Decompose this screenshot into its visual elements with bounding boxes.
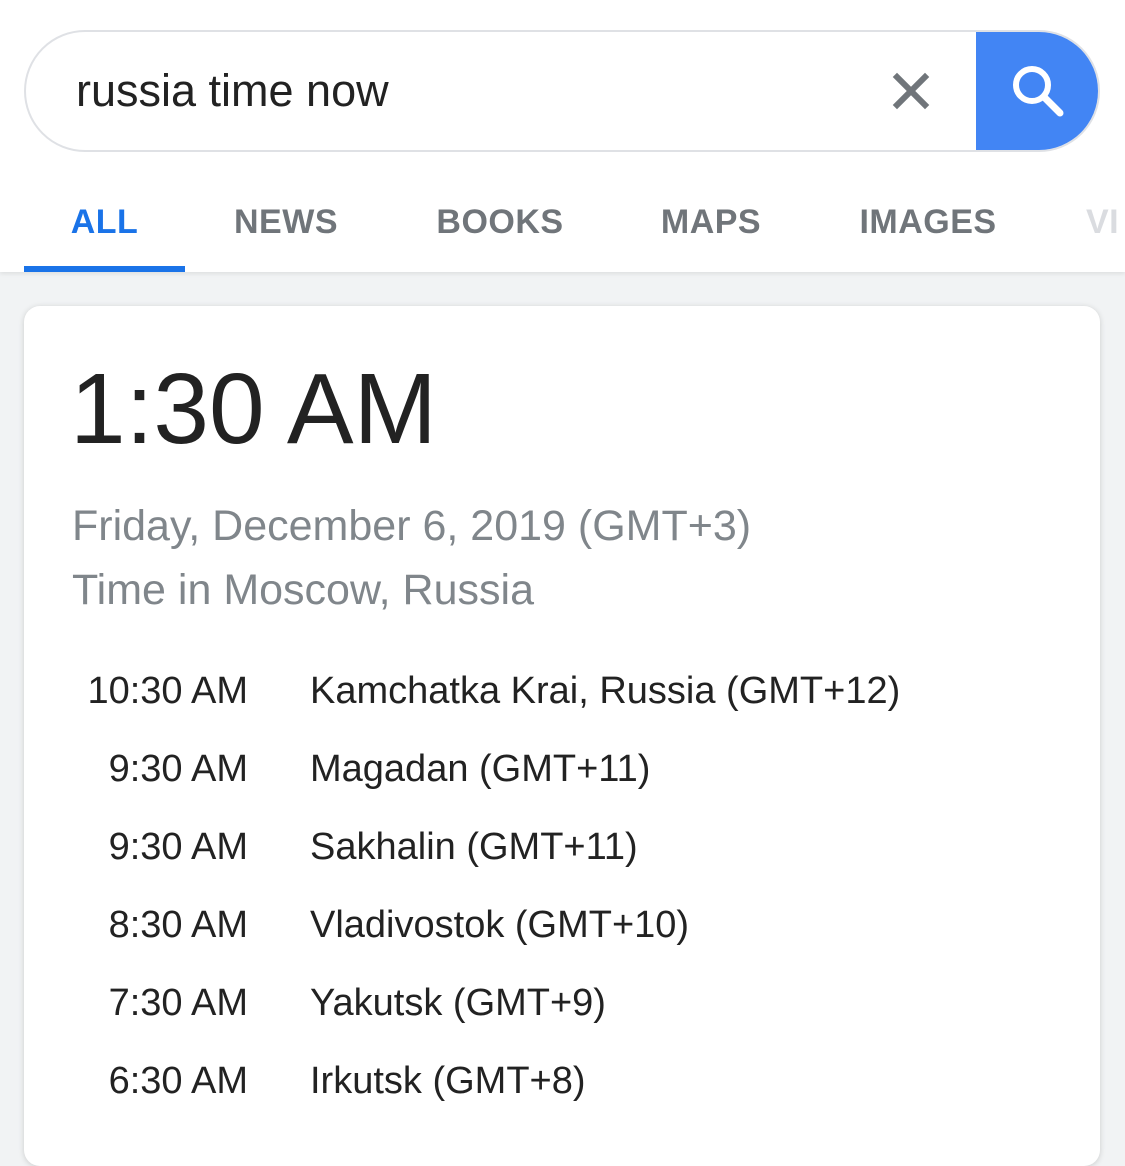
zone-time: 9:30 AM (108, 826, 248, 868)
clear-search-button[interactable] (881, 61, 941, 121)
zone-row: 9:30 AM Magadan (GMT+11) (24, 748, 1100, 808)
search-button[interactable] (976, 32, 1098, 150)
tab-news[interactable]: NEWS (210, 172, 362, 272)
zone-time: 10:30 AM (87, 670, 248, 712)
time-card: 1:30 AM Friday, December 6, 2019 (GMT+3)… (24, 306, 1100, 1166)
zone-row: 10:30 AM Kamchatka Krai, Russia (GMT+12) (24, 670, 1100, 730)
search-icon (1013, 66, 1064, 117)
zone-name: Irkutsk (GMT+8) (310, 1060, 586, 1102)
zone-name: Sakhalin (GMT+11) (310, 826, 638, 868)
zone-row: 9:30 AM Sakhalin (GMT+11) (24, 826, 1100, 886)
time-location: Time in Moscow, Russia (72, 566, 534, 614)
tab-images[interactable]: IMAGES (838, 172, 1018, 272)
zone-name: Magadan (GMT+11) (310, 748, 651, 790)
tab-books[interactable]: BOOKS (410, 172, 590, 272)
search-header: ALL NEWS BOOKS MAPS IMAGES VI (0, 0, 1125, 272)
zone-name: Yakutsk (GMT+9) (310, 982, 606, 1024)
zone-time: 7:30 AM (108, 982, 248, 1024)
zone-name: Kamchatka Krai, Russia (GMT+12) (310, 670, 901, 712)
search-tabs: ALL NEWS BOOKS MAPS IMAGES VI (0, 172, 1125, 272)
zone-row: 7:30 AM Yakutsk (GMT+9) (24, 982, 1100, 1042)
tab-maps[interactable]: MAPS (640, 172, 782, 272)
close-icon (892, 72, 930, 110)
tab-all[interactable]: ALL (24, 172, 185, 272)
tab-videos[interactable]: VI (1086, 172, 1125, 272)
zone-time: 9:30 AM (108, 748, 248, 790)
current-date: Friday, December 6, 2019 (GMT+3) (72, 502, 752, 550)
search-input[interactable] (76, 32, 856, 150)
zone-time: 6:30 AM (108, 1060, 248, 1102)
active-tab-indicator (24, 266, 185, 272)
zone-time: 8:30 AM (108, 904, 248, 946)
zone-row: 6:30 AM Irkutsk (GMT+8) (24, 1060, 1100, 1120)
current-time: 1:30 AM (70, 353, 437, 465)
zone-row: 8:30 AM Vladivostok (GMT+10) (24, 904, 1100, 964)
search-bar (24, 30, 1100, 152)
zone-name: Vladivostok (GMT+10) (310, 904, 690, 946)
